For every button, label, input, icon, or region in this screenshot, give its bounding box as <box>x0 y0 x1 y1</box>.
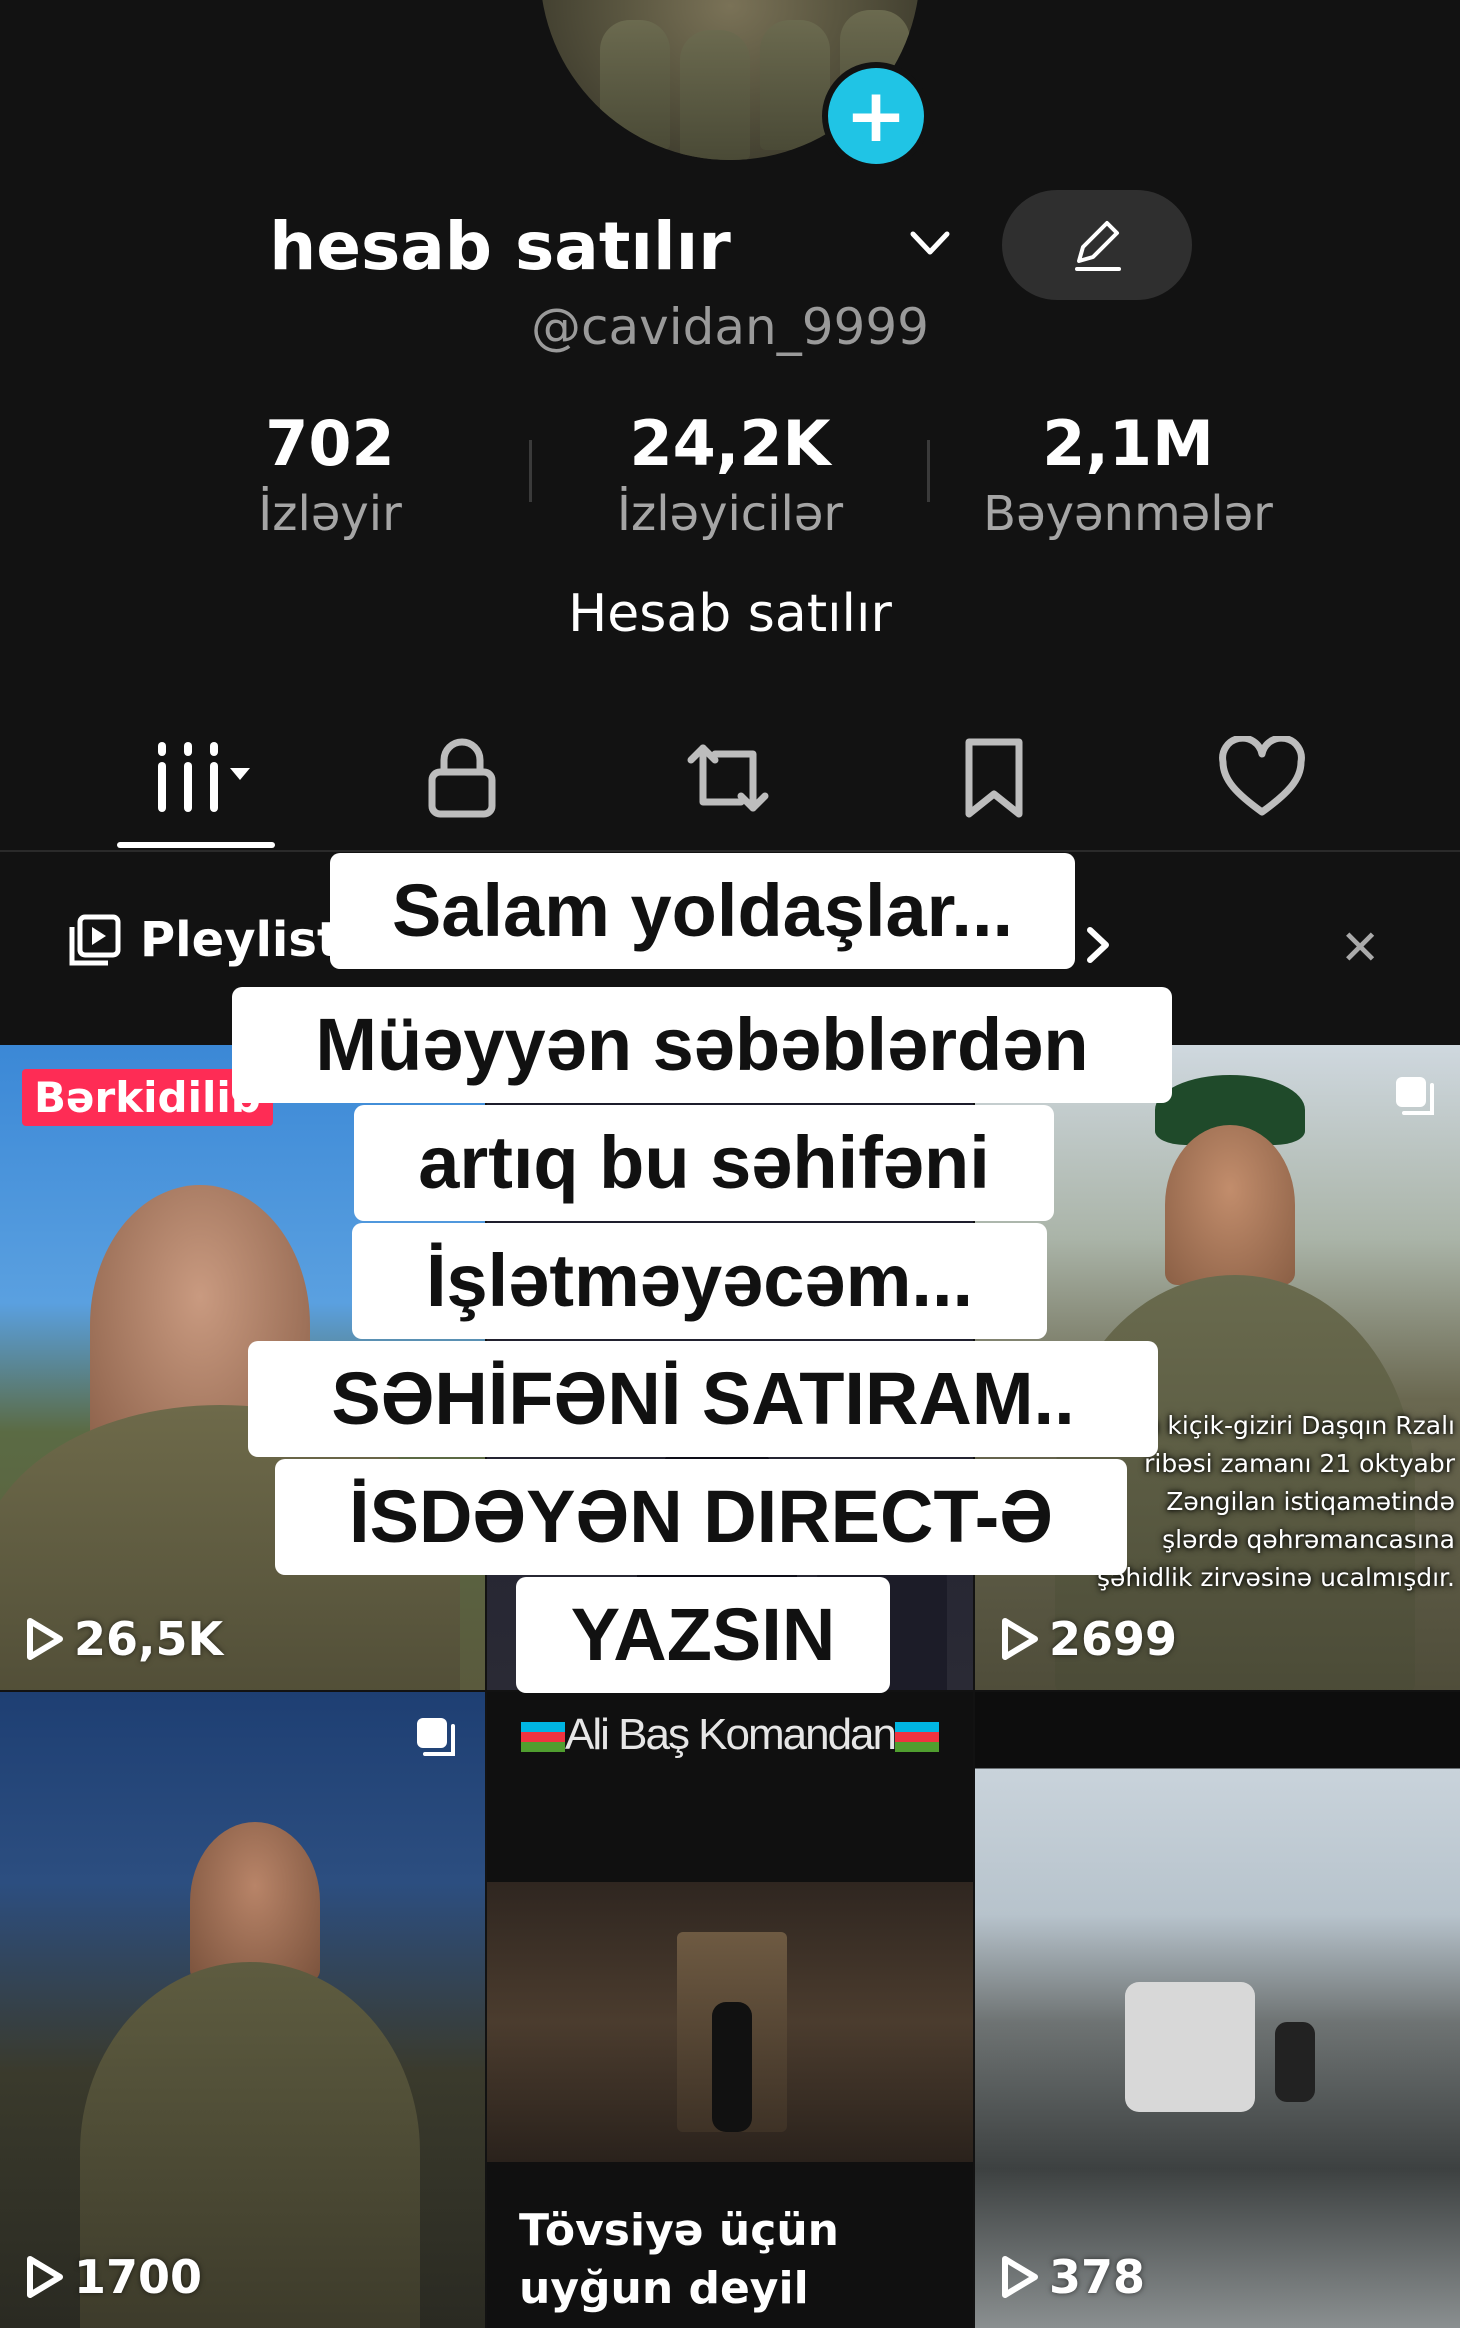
playlist-label: Pleylist <box>140 912 340 968</box>
edit-profile-button[interactable] <box>1002 190 1192 300</box>
tab-private[interactable] <box>402 728 522 828</box>
overlay-text-line: İSDƏYƏN DIRECT-Ə <box>275 1459 1127 1575</box>
stat-followers[interactable]: 24,2K İzləyicilər <box>560 404 900 544</box>
video-thumbnail-4[interactable]: 1700 <box>0 1692 485 2328</box>
flag-icon <box>895 1722 939 1753</box>
overlay-text-line: SƏHİFƏNİ SATIRAM.. <box>248 1341 1158 1457</box>
overlay-text-line: artıq bu səhifəni <box>354 1105 1054 1221</box>
stat-likes[interactable]: 2,1M Bəyənmələr <box>958 404 1298 544</box>
tab-reposts[interactable] <box>668 728 788 828</box>
pencil-icon <box>1075 221 1121 271</box>
lock-icon <box>428 738 496 818</box>
heart-icon <box>1219 736 1305 816</box>
overlay-text-line: İşlətməyəcəm... <box>352 1223 1047 1339</box>
not-recommended-notice: Tövsiyə üçün uyğun deyil <box>519 2205 839 2314</box>
playlist-icon <box>69 914 121 966</box>
hall-image <box>487 1882 973 2162</box>
active-tab-indicator <box>117 842 275 848</box>
stat-value: 2,1M <box>1042 407 1214 480</box>
close-icon[interactable]: ✕ <box>1340 920 1380 976</box>
overlay-text-line: Müəyyən səbəblərdən <box>232 987 1172 1103</box>
stat-label: Bəyənmələr <box>983 486 1273 542</box>
playlist-row[interactable]: Pleylist <box>68 912 340 968</box>
stat-divider <box>529 440 532 502</box>
videos-grid-icon <box>158 742 250 812</box>
stat-value: 702 <box>265 407 395 480</box>
play-icon <box>1002 1618 1038 1660</box>
tab-favorites[interactable] <box>934 728 1054 828</box>
chevron-right-icon[interactable] <box>1078 920 1118 970</box>
multi-photo-icon <box>1396 1077 1434 1115</box>
overlay-text-line: Salam yoldaşlar... <box>330 853 1075 969</box>
stat-label: İzləyicilər <box>616 486 844 542</box>
repost-icon <box>687 744 769 812</box>
bookmark-icon <box>965 738 1023 818</box>
tabs-divider <box>0 850 1460 852</box>
tab-liked[interactable] <box>1202 728 1322 828</box>
flag-icon <box>521 1722 565 1753</box>
chevron-down-icon[interactable] <box>905 224 955 264</box>
stat-label: İzləyir <box>258 486 402 542</box>
stat-value: 24,2K <box>629 407 831 480</box>
profile-bio: Hesab satılır <box>568 584 892 644</box>
video-thumbnail-6[interactable]: 378 <box>975 1692 1460 2328</box>
video-title: Ali Baş Komandan <box>521 1710 939 1760</box>
multi-photo-icon <box>417 1718 455 1756</box>
view-count: 1700 <box>24 2250 202 2304</box>
view-count: 26,5K <box>24 1612 223 1666</box>
view-count: 2699 <box>999 1612 1177 1666</box>
profile-username: @cavidan_9999 <box>531 298 929 356</box>
play-icon <box>27 2256 63 2298</box>
stat-following[interactable]: 702 İzləyir <box>160 404 500 544</box>
overlay-text-line: YAZSIN <box>516 1577 890 1693</box>
view-count: 378 <box>999 2250 1145 2304</box>
profile-display-name[interactable]: hesab satılır <box>0 208 1000 285</box>
play-icon <box>1002 2256 1038 2298</box>
play-icon <box>27 1618 63 1660</box>
add-avatar-plus-icon[interactable]: + <box>822 62 930 170</box>
profile-tabs <box>0 700 1460 850</box>
video-thumbnail-5[interactable]: Ali Baş Komandan Tövsiyə üçün uyğun deyi… <box>487 1692 973 2328</box>
tab-videos[interactable] <box>138 728 258 828</box>
stat-divider <box>927 440 930 502</box>
